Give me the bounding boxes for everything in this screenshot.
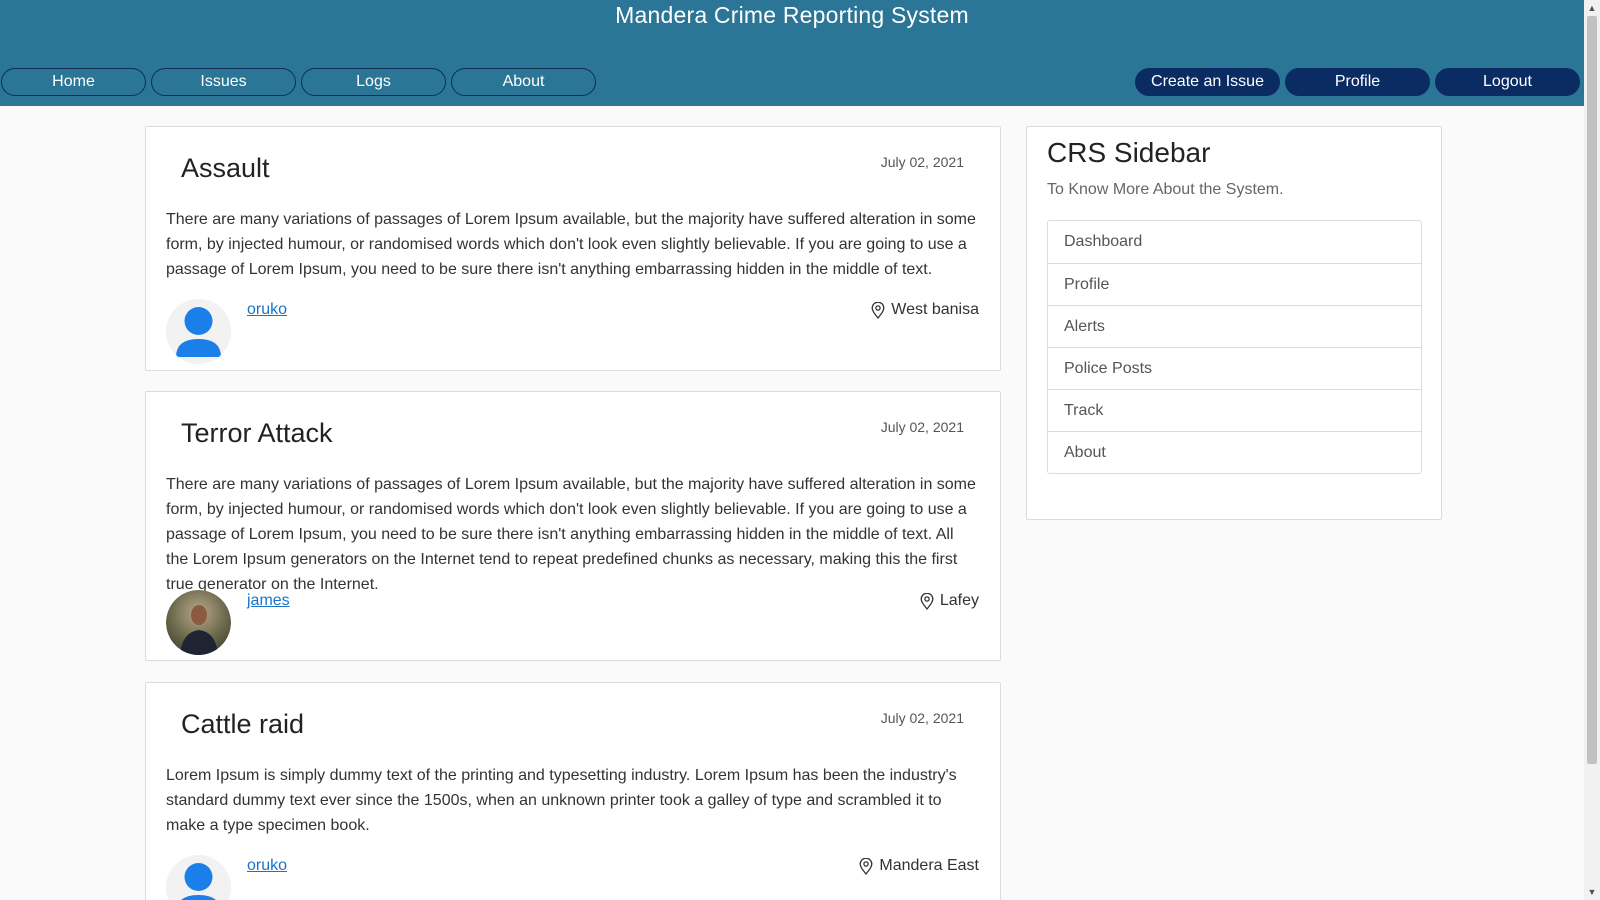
post-title: Assault	[181, 153, 270, 183]
nav-about-button[interactable]: About	[451, 68, 596, 96]
author-avatar-photo	[166, 590, 231, 655]
post-title: Terror Attack	[181, 418, 333, 448]
sidebar-item-track[interactable]: Track	[1048, 389, 1421, 431]
post-card: Terror Attack July 02, 2021 There are ma…	[145, 391, 1001, 661]
nav-logs-button[interactable]: Logs	[301, 68, 446, 96]
sidebar-item-police-posts[interactable]: Police Posts	[1048, 347, 1421, 389]
post-location: Mandera East	[859, 857, 979, 875]
create-issue-button[interactable]: Create an Issue	[1135, 68, 1280, 96]
sidebar-item-profile[interactable]: Profile	[1048, 263, 1421, 305]
user-icon	[166, 855, 231, 900]
scroll-down-arrow-icon[interactable]: ▼	[1584, 884, 1600, 900]
author-avatar	[166, 299, 231, 364]
location-text: Mandera East	[879, 857, 979, 874]
profile-button[interactable]: Profile	[1285, 68, 1430, 96]
author-avatar	[166, 855, 231, 900]
sidebar-item-dashboard[interactable]: Dashboard	[1048, 221, 1421, 263]
post-body: There are many variations of passages of…	[166, 211, 976, 278]
nav-issues-button[interactable]: Issues	[151, 68, 296, 96]
nav-home-button[interactable]: Home	[1, 68, 146, 96]
post-location: Lafey	[920, 592, 979, 610]
location-text: West banisa	[891, 301, 979, 318]
site-title: Mandera Crime Reporting System	[615, 2, 969, 28]
crs-sidebar: CRS Sidebar To Know More About the Syste…	[1026, 126, 1442, 520]
map-pin-icon	[871, 301, 885, 319]
post-date: July 02, 2021	[880, 154, 964, 170]
author-link[interactable]: james	[247, 592, 290, 610]
post-location: West banisa	[871, 301, 979, 319]
sidebar-subtitle: To Know More About the System.	[1047, 181, 1284, 198]
logout-button[interactable]: Logout	[1435, 68, 1580, 96]
post-body: There are many variations of passages of…	[166, 476, 976, 593]
location-text: Lafey	[939, 592, 979, 609]
sidebar-title: CRS Sidebar	[1047, 137, 1211, 168]
author-link[interactable]: oruko	[247, 301, 287, 319]
post-date: July 02, 2021	[880, 419, 964, 435]
sidebar-item-alerts[interactable]: Alerts	[1048, 305, 1421, 347]
post-title: Cattle raid	[181, 709, 305, 739]
post-date: July 02, 2021	[880, 710, 964, 726]
person-photo-icon	[166, 590, 231, 655]
post-body: Lorem Ipsum is simply dummy text of the …	[166, 767, 957, 834]
user-icon	[166, 299, 231, 364]
page-scrollbar[interactable]: ▲ ▼	[1584, 0, 1600, 900]
author-link[interactable]: oruko	[247, 857, 287, 875]
map-pin-icon	[920, 592, 934, 610]
sidebar-item-about[interactable]: About	[1048, 431, 1421, 473]
post-card: Cattle raid July 02, 2021 Lorem Ipsum is…	[145, 682, 1001, 900]
top-navbar: Mandera Crime Reporting System Home Issu…	[0, 0, 1584, 106]
map-pin-icon	[859, 857, 873, 875]
scroll-thumb[interactable]	[1587, 16, 1597, 764]
post-card: Assault July 02, 2021 There are many var…	[145, 126, 1001, 371]
sidebar-list: Dashboard Profile Alerts Police Posts Tr…	[1047, 220, 1422, 474]
scroll-up-arrow-icon[interactable]: ▲	[1584, 0, 1600, 16]
